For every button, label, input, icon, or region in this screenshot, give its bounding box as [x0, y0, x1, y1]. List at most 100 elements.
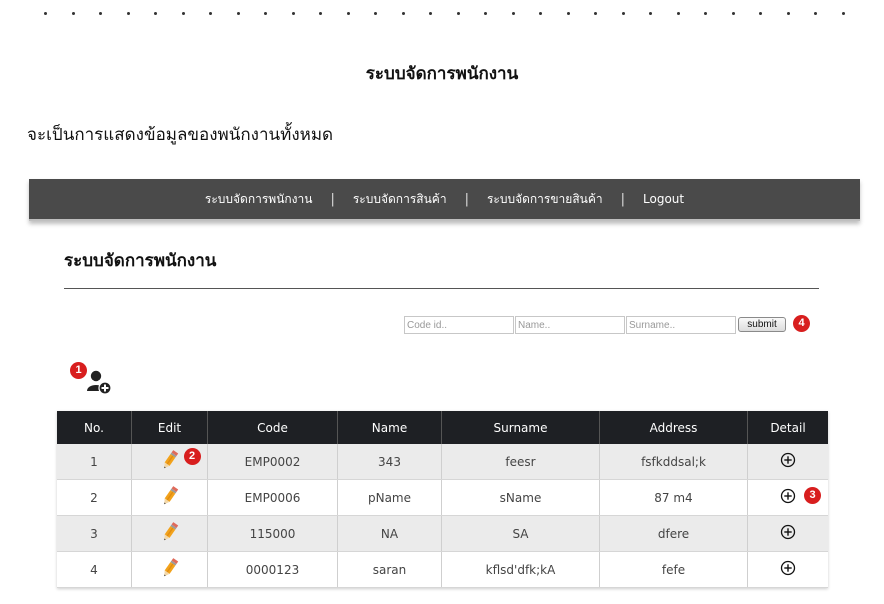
dot — [126, 12, 130, 15]
dot — [291, 12, 295, 15]
cell-name: saran — [337, 551, 442, 588]
dot — [566, 12, 570, 15]
dot — [71, 12, 75, 15]
nav-separator: | — [620, 191, 626, 207]
dot — [594, 12, 597, 15]
cell-name: 343 — [337, 444, 442, 480]
plus-circle-icon[interactable] — [780, 560, 796, 579]
cell-address: 87 m4 — [599, 479, 748, 516]
dot — [484, 12, 487, 15]
table-row: 3 115000 NA SA dfere — [57, 515, 828, 552]
table-header-row: No. Edit Code Name Surname Address Detai… — [57, 411, 828, 444]
column-header-address: Address — [599, 411, 748, 444]
cell-no: 3 — [57, 515, 132, 552]
annotation-badge-3: 3 — [804, 487, 821, 504]
dot — [209, 12, 212, 15]
nav-item-logout[interactable]: Logout — [639, 192, 688, 206]
column-header-code: Code — [207, 411, 338, 444]
nav-separator: | — [464, 191, 469, 207]
pencil-icon[interactable] — [160, 485, 180, 510]
nav-separator: | — [330, 191, 335, 207]
cell-no: 1 — [57, 444, 132, 480]
dot — [814, 12, 817, 15]
dot — [181, 12, 185, 15]
column-header-detail: Detail — [747, 411, 828, 444]
main-navbar: ระบบจัดการพนักงาน | ระบบจัดการสินค้า | ร… — [29, 179, 860, 221]
cell-surname: kflsd'dfk;kA — [441, 551, 600, 588]
dot — [676, 12, 680, 15]
dot — [731, 12, 735, 15]
cell-surname: sName — [441, 479, 600, 516]
cell-edit — [131, 479, 208, 516]
table-row: 4 0000123 saran kflsd'dfk;kA fefe — [57, 551, 828, 588]
cell-detail — [747, 551, 828, 588]
dot — [154, 12, 157, 15]
annotation-badge-2: 2 — [183, 448, 201, 465]
cell-code: 0000123 — [207, 551, 338, 588]
dot — [401, 12, 405, 15]
cell-detail: 3 — [747, 479, 828, 516]
cell-no: 4 — [57, 551, 132, 588]
cell-address: fefe — [599, 551, 748, 588]
annotation-badge-1: 1 — [70, 362, 87, 379]
dot — [429, 12, 432, 15]
submit-button[interactable]: submit — [738, 317, 786, 332]
column-header-surname: Surname — [441, 411, 600, 444]
cell-no: 2 — [57, 479, 132, 516]
table-row: 2 EMP0006 pName sName 87 m4 3 — [57, 479, 828, 516]
add-user-icon[interactable] — [86, 369, 114, 395]
dot — [539, 12, 542, 15]
dotted-divider — [44, 12, 845, 26]
dot — [236, 12, 240, 15]
cell-address: dfere — [599, 515, 748, 552]
name-search-input[interactable] — [515, 316, 625, 334]
dot — [99, 12, 102, 15]
dot — [44, 12, 47, 15]
dot — [374, 12, 377, 15]
surname-search-input[interactable] — [626, 316, 736, 334]
cell-name: NA — [337, 515, 442, 552]
column-header-name: Name — [337, 411, 442, 444]
cell-surname: feesr — [441, 444, 600, 480]
cell-edit: 2 — [131, 444, 208, 480]
column-header-edit: Edit — [131, 411, 208, 444]
page-heading: ระบบจัดการพนักงาน — [365, 64, 519, 84]
plus-circle-icon[interactable] — [780, 524, 796, 543]
pencil-icon[interactable] — [160, 557, 180, 582]
cell-edit — [131, 551, 208, 588]
dot — [649, 12, 652, 15]
cell-name: pName — [337, 479, 442, 516]
dot — [456, 12, 460, 15]
cell-surname: SA — [441, 515, 600, 552]
dot — [759, 12, 762, 15]
pencil-icon[interactable] — [160, 521, 180, 546]
dot — [621, 12, 625, 15]
cell-detail — [747, 444, 828, 480]
section-divider — [64, 288, 819, 289]
nav-item-products[interactable]: ระบบจัดการสินค้า — [349, 190, 451, 209]
cell-code: EMP0006 — [207, 479, 338, 516]
code-search-input[interactable] — [404, 316, 514, 334]
plus-circle-icon[interactable] — [780, 452, 796, 471]
nav-item-employees[interactable]: ระบบจัดการพนักงาน — [201, 190, 317, 209]
pencil-icon[interactable] — [160, 449, 180, 474]
plus-circle-icon[interactable] — [780, 488, 796, 507]
dot — [346, 12, 350, 15]
nav-item-sales[interactable]: ระบบจัดการขายสินค้า — [483, 190, 607, 209]
cell-code: EMP0002 — [207, 444, 338, 480]
table-row: 1 2 EMP0002 343 feesr fsfkddsal;k — [57, 444, 828, 480]
section-title: ระบบจัดการพนักงาน — [64, 251, 217, 271]
cell-address: fsfkddsal;k — [599, 444, 748, 480]
dot — [786, 12, 790, 15]
column-header-no: No. — [57, 411, 132, 444]
page-description: จะเป็นการแสดงข้อมูลของพนักงานทั้งหมด — [27, 125, 334, 145]
cell-code: 115000 — [207, 515, 338, 552]
dot — [264, 12, 267, 15]
annotation-badge-4: 4 — [793, 315, 810, 332]
dot — [511, 12, 515, 15]
cell-edit — [131, 515, 208, 552]
cell-detail — [747, 515, 828, 552]
dot — [319, 12, 322, 15]
dot — [704, 12, 707, 15]
employee-table: No. Edit Code Name Surname Address Detai… — [57, 411, 828, 588]
